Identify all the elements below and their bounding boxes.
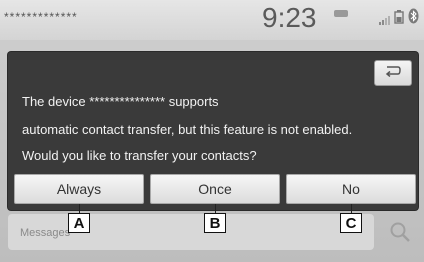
no-button[interactable]: No (286, 174, 416, 204)
always-button[interactable]: Always (14, 174, 144, 204)
dialog-message-line-2: automatic contact transfer, but this fea… (22, 122, 353, 137)
back-button[interactable] (374, 60, 412, 86)
device-name-masked: ************* (4, 10, 78, 24)
dialog-message-line-3: Would you like to transfer your contacts… (22, 148, 257, 163)
status-chip-icon (334, 10, 348, 17)
once-button[interactable]: Once (150, 174, 280, 204)
callout-label-c: C (340, 213, 362, 233)
background-search-label: Messages (20, 227, 71, 239)
dialog-message-line-1: The device *************** supports (22, 94, 219, 109)
return-arrow-icon (384, 64, 402, 82)
bluetooth-icon (408, 8, 419, 29)
search-icon (388, 220, 412, 249)
callout-label-b: B (204, 213, 226, 233)
head-unit-screen: ************* 9:23 Messages The device *… (0, 0, 424, 262)
callout-label-a: A (68, 213, 90, 233)
clock: 9:23 (262, 2, 317, 33)
battery-icon (394, 10, 404, 29)
status-bar: ************* 9:23 (0, 0, 424, 40)
signal-icon (379, 12, 391, 30)
